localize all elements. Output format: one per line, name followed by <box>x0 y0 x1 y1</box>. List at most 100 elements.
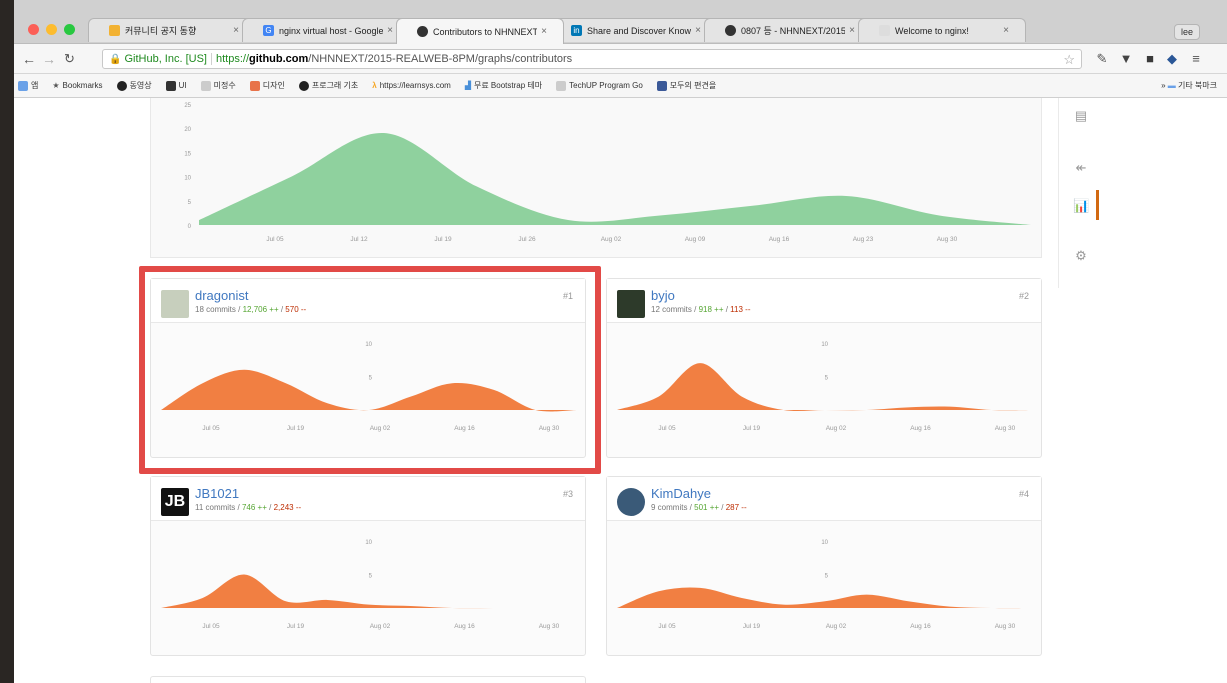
tab-1[interactable]: 커뮤니티 공지 동향 × <box>88 18 256 42</box>
avatar[interactable] <box>617 488 645 516</box>
x-tick-label: Aug 09 <box>685 236 706 243</box>
back-arrow-icon[interactable]: ← <box>22 51 36 67</box>
contributor-stats: 11 commits / 746 ++ / 2,243 -- <box>195 503 302 512</box>
screenshot-extension-icon[interactable]: ■ <box>1142 51 1158 67</box>
url-scheme: https:// <box>215 53 250 65</box>
y-tick-label: 20 <box>184 127 191 133</box>
contributor-card-2: byjo 12 commits / 918 ++ / 113 -- #2 5 10… <box>606 278 1042 458</box>
bookmark-star-icon[interactable]: ☆ <box>1063 52 1075 68</box>
bookmark-item[interactable]: λ https://learnsys.com <box>372 81 451 90</box>
bookmark-item[interactable]: ▟ 무료 Bootstrap 테마 <box>465 80 542 91</box>
x-tick-label: Aug 30 <box>995 425 1016 432</box>
bookmark-item[interactable]: ★ Bookmarks <box>52 81 102 90</box>
tab-close-icon[interactable]: × <box>695 25 701 36</box>
tab-6[interactable]: Welcome to nginx! × <box>858 18 1026 42</box>
bar-chart-icon: ▟ <box>464 81 471 90</box>
minimize-window-button[interactable] <box>46 24 57 35</box>
forward-arrow-icon[interactable]: → <box>42 51 56 67</box>
x-tick-label: Jul 05 <box>202 623 220 630</box>
extension-icon[interactable]: ◆ <box>1164 51 1180 67</box>
tab-close-icon[interactable]: × <box>541 26 547 37</box>
bookmark-label: 디자인 <box>262 81 285 90</box>
contributor-name-link[interactable]: KimDahye <box>651 486 711 501</box>
x-tick-label: Aug 16 <box>910 623 931 630</box>
commit-count[interactable]: 11 commits <box>195 503 235 512</box>
bookmark-item[interactable]: 미정수 <box>200 80 236 91</box>
tab-5[interactable]: 0807 등 - NHNNEXT/2015 × <box>704 18 872 42</box>
github-icon <box>417 26 428 37</box>
book-icon[interactable]: ▤ <box>1073 108 1089 124</box>
page-icon <box>200 80 211 91</box>
pocket-extension-icon[interactable]: ▼ <box>1118 51 1134 67</box>
bookmark-item[interactable]: UI <box>165 80 187 91</box>
google-icon: G <box>263 25 274 36</box>
tab-3-active[interactable]: Contributors to NHNNEXT × <box>396 18 564 44</box>
tab-close-icon[interactable]: × <box>849 25 855 36</box>
address-bar[interactable]: 🔒 GitHub, Inc. [US] https:// github.com … <box>102 49 1082 69</box>
x-tick-label: Aug 16 <box>454 623 475 630</box>
x-tick-label: Jul 19 <box>743 425 761 432</box>
commit-count[interactable]: 12 commits <box>651 305 692 314</box>
bookmark-label: 동영상 <box>129 81 152 90</box>
contributor-area-chart: 5 10 Jul 05 Jul 19 Aug 02 Aug 16 Aug 30 <box>161 540 577 630</box>
close-window-button[interactable] <box>28 24 39 35</box>
highlight-annotation <box>139 266 601 474</box>
bookmark-item[interactable]: 디자인 <box>249 80 285 91</box>
tab-title: Welcome to nginx! <box>895 25 969 36</box>
bookmark-item[interactable]: 앱 <box>18 80 38 91</box>
contributor-stats: 12 commits / 918 ++ / 113 -- <box>651 305 751 314</box>
y-tick-label: 10 <box>184 176 191 182</box>
bookmark-label: Bookmarks <box>62 81 103 90</box>
deletions-count: 287 -- <box>725 503 747 512</box>
bookmark-item[interactable]: TechUP Program Go <box>556 80 643 91</box>
tab-close-icon[interactable]: × <box>387 25 393 36</box>
y-tick-label: 0 <box>188 224 192 230</box>
contributor-area-chart: 5 10 Jul 05 Jul 19 Aug 02 Aug 16 Aug 30 <box>617 540 1033 630</box>
x-tick-label: Aug 02 <box>370 623 391 630</box>
avatar[interactable] <box>617 290 645 318</box>
tab-2[interactable]: Gnginx virtual host - Google × <box>242 18 410 42</box>
tab-title: nginx virtual host - Google <box>279 25 384 36</box>
bookmark-label: https://learnsys.com <box>379 81 451 90</box>
bookmark-item[interactable]: 모두의 편견을 <box>656 80 716 91</box>
contributor-rank: #4 <box>1018 489 1029 499</box>
commits-area-chart: 0 5 10 15 20 25 Jul 05 Jul 12 Jul 19 Jul 26 Aug 02… <box>184 103 1031 243</box>
x-tick-label: Aug 30 <box>937 236 958 243</box>
x-tick-label: Jul 12 <box>350 236 368 243</box>
lock-icon: 🔒 <box>109 53 122 65</box>
site-identity[interactable]: 🔒 GitHub, Inc. [US] <box>109 53 212 65</box>
y-tick-label: 5 <box>825 376 829 382</box>
contributor-card-5 <box>150 676 586 683</box>
gear-icon[interactable]: ⚙ <box>1073 248 1089 264</box>
contributor-name-link[interactable]: byjo <box>651 288 675 303</box>
bookmark-label: 프로그래 기초 <box>311 81 359 90</box>
tab-4[interactable]: in Share and Discover Knowl × <box>550 18 718 42</box>
bookmark-label: TechUP Program Go <box>569 81 643 90</box>
contributor-header: KimDahye 9 commits / 501 ++ / 287 -- #4 <box>607 477 1041 521</box>
folder-icon <box>165 80 176 91</box>
reload-icon[interactable]: ↻ <box>64 51 75 67</box>
eyedropper-extension-icon[interactable]: ✎ <box>1094 51 1110 67</box>
bookmark-label: 앱 <box>31 81 39 90</box>
tab-close-icon[interactable]: × <box>233 25 239 36</box>
deletions-count: 2,243 -- <box>273 503 302 512</box>
pull-request-icon[interactable]: ↞ <box>1073 160 1089 176</box>
other-bookmarks[interactable]: » ▬ 기타 북마크 <box>1161 80 1217 91</box>
graph-icon[interactable]: 📊 <box>1073 198 1089 214</box>
github-icon <box>298 80 309 91</box>
menu-icon[interactable]: ≡ <box>1188 51 1204 67</box>
bookmark-item[interactable]: 동영상 <box>116 80 152 91</box>
x-tick-label: Aug 30 <box>539 623 560 630</box>
browser-toolbar: ← → ↻ 🔒 GitHub, Inc. [US] https:// githu… <box>14 44 1227 74</box>
avatar[interactable]: JB <box>161 488 189 516</box>
tab-favicon-icon <box>109 25 120 36</box>
tab-close-icon[interactable]: × <box>1003 25 1009 36</box>
bookmark-item[interactable]: 프로그래 기초 <box>298 80 359 91</box>
zoom-window-button[interactable] <box>64 24 75 35</box>
design-icon <box>249 80 260 91</box>
x-tick-label: Aug 02 <box>826 425 847 432</box>
url-host: github.com <box>249 53 309 65</box>
contributor-name-link[interactable]: JB1021 <box>195 486 239 501</box>
profile-button[interactable]: lee <box>1174 24 1201 40</box>
commit-count[interactable]: 9 commits <box>651 503 687 512</box>
